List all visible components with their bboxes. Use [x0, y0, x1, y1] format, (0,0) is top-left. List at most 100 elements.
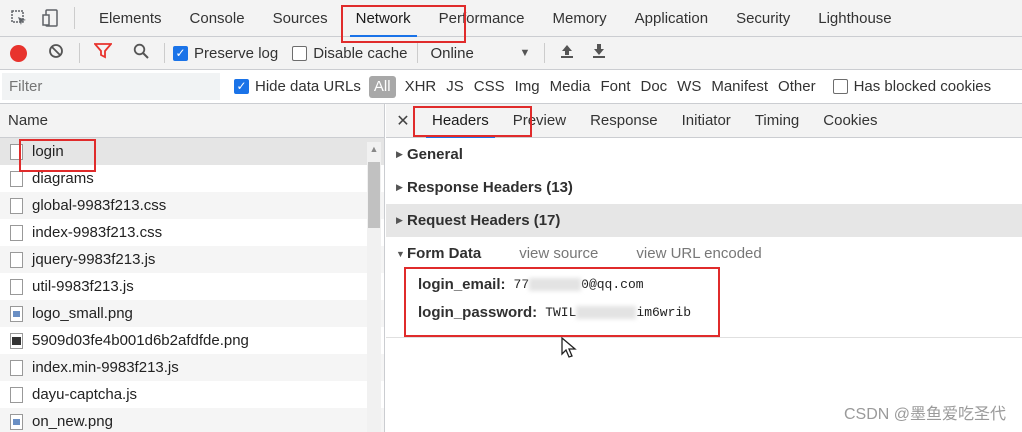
request-name: 5909d03fe4b001d6b2afdfde.png — [32, 332, 249, 349]
request-name: util-9983f213.js — [32, 278, 134, 295]
search-icon[interactable] — [132, 43, 150, 64]
request-row[interactable]: on_new.png — [0, 408, 384, 432]
form-data-row: login_email: 77 0@qq.com — [418, 270, 1022, 298]
request-headers-section-header[interactable]: ▶ Request Headers (17) — [386, 204, 1022, 237]
request-row[interactable]: jquery-9983f213.js — [0, 246, 384, 273]
request-row[interactable]: global-9983f213.css — [0, 192, 384, 219]
collapse-triangle-icon: ▼ — [396, 248, 405, 259]
tab-timing[interactable]: Timing — [743, 104, 811, 138]
form-data-list: login_email: 77 0@qq.com login_password: … — [386, 270, 1022, 326]
request-name: dayu-captcha.js — [32, 386, 138, 403]
tab-bar-divider — [74, 7, 75, 29]
name-column-header[interactable]: Name — [0, 104, 384, 138]
has-blocked-cookies-label: Has blocked cookies — [853, 78, 992, 95]
request-row[interactable]: 5909d03fe4b001d6b2afdfde.png — [0, 327, 384, 354]
type-filter-xhr[interactable]: XHR — [400, 76, 442, 98]
tab-application[interactable]: Application — [621, 0, 722, 37]
scroll-up-icon[interactable]: ▲ — [367, 142, 381, 156]
clear-icon[interactable] — [47, 43, 65, 64]
tab-security[interactable]: Security — [722, 0, 804, 37]
export-har-icon[interactable] — [591, 43, 607, 64]
document-icon — [10, 170, 23, 187]
request-row[interactable]: diagrams — [0, 165, 384, 192]
document-icon — [10, 251, 23, 268]
type-filter-all[interactable]: All — [368, 75, 396, 98]
request-list-scrollbar[interactable]: ▲ — [367, 142, 381, 432]
form-data-value: TWIL im6wrib — [545, 305, 691, 320]
request-name: logo_small.png — [32, 305, 133, 322]
record-button[interactable] — [10, 44, 27, 62]
value-prefix: TWIL — [545, 304, 577, 320]
preserve-log-checkbox[interactable]: ✓ — [173, 45, 188, 61]
type-filter-doc[interactable]: Doc — [635, 76, 672, 98]
has-blocked-cookies-checkbox[interactable] — [832, 79, 848, 94]
expand-triangle-icon: ▶ — [396, 215, 403, 225]
image-icon — [10, 332, 23, 349]
document-icon — [10, 278, 23, 295]
request-row[interactable]: logo_small.png — [0, 300, 384, 327]
request-name: index-9983f213.css — [32, 224, 163, 241]
document-icon — [10, 197, 23, 214]
tab-memory[interactable]: Memory — [539, 0, 621, 37]
toolbar-divider — [164, 43, 165, 63]
request-row[interactable]: login — [0, 138, 384, 165]
throttling-value: Online — [430, 44, 474, 62]
general-section-title: General — [407, 146, 463, 163]
filter-input[interactable] — [2, 73, 220, 100]
request-row[interactable]: dayu-captcha.js — [0, 381, 384, 408]
redacted-blur — [529, 277, 582, 291]
type-filter-css[interactable]: CSS — [469, 76, 510, 98]
disable-cache-checkbox[interactable] — [292, 45, 308, 61]
type-filter-other[interactable]: Other — [773, 76, 821, 98]
type-filter-img[interactable]: Img — [510, 76, 545, 98]
tab-performance[interactable]: Performance — [425, 0, 539, 37]
response-headers-section-header[interactable]: ▶ Response Headers (13) — [386, 171, 1022, 204]
form-data-title: Form Data — [407, 245, 482, 262]
image-icon — [10, 305, 23, 322]
type-filter-ws[interactable]: WS — [672, 76, 706, 98]
inspect-element-icon[interactable] — [6, 5, 32, 31]
pane-divider — [386, 337, 1022, 338]
type-filter-media[interactable]: Media — [545, 76, 596, 98]
view-url-encoded-link[interactable]: view URL encoded — [636, 245, 761, 262]
request-row[interactable]: index.min-9983f213.js — [0, 354, 384, 381]
tab-lighthouse[interactable]: Lighthouse — [804, 0, 905, 37]
general-section-header[interactable]: ▶ General — [386, 138, 1022, 171]
tab-headers[interactable]: Headers — [420, 104, 501, 138]
request-name: on_new.png — [32, 413, 113, 430]
view-source-link[interactable]: view source — [519, 245, 598, 262]
hide-data-urls-checkbox[interactable]: ✓ — [234, 79, 249, 94]
tab-response[interactable]: Response — [578, 104, 670, 138]
tab-preview[interactable]: Preview — [501, 104, 578, 138]
type-filter-js[interactable]: JS — [441, 76, 469, 98]
request-row[interactable]: index-9983f213.css — [0, 219, 384, 246]
redacted-blur — [576, 305, 637, 319]
tab-elements[interactable]: Elements — [85, 0, 176, 37]
form-data-section-header[interactable]: ▼ Form Data view source view URL encoded — [386, 237, 1022, 270]
value-suffix: im6wrib — [636, 304, 692, 320]
tab-sources[interactable]: Sources — [259, 0, 342, 37]
detail-tab-bar: ✕ Headers Preview Response Initiator Tim… — [386, 104, 1022, 138]
expand-triangle-icon: ▶ — [396, 182, 403, 192]
form-data-key: login_password: — [418, 303, 538, 321]
close-icon[interactable]: ✕ — [386, 111, 420, 131]
tab-initiator[interactable]: Initiator — [670, 104, 743, 138]
scrollbar-thumb[interactable] — [368, 162, 380, 228]
throttling-select[interactable]: Online ▼ — [430, 45, 530, 62]
value-prefix: 77 — [513, 276, 530, 292]
response-headers-title: Response Headers (13) — [407, 179, 573, 196]
request-list: Name login diagrams global-9983f213.css … — [0, 104, 385, 432]
tab-cookies[interactable]: Cookies — [811, 104, 889, 138]
request-row[interactable]: util-9983f213.js — [0, 273, 384, 300]
document-icon — [10, 359, 23, 376]
image-icon — [10, 413, 23, 430]
device-toolbar-icon[interactable] — [38, 5, 64, 31]
type-filter-font[interactable]: Font — [595, 76, 635, 98]
request-name: jquery-9983f213.js — [32, 251, 156, 268]
import-har-icon[interactable] — [559, 43, 575, 64]
tab-console[interactable]: Console — [176, 0, 259, 37]
tab-network[interactable]: Network — [342, 0, 425, 37]
filter-icon[interactable] — [93, 42, 113, 64]
filter-bar: ✓ Hide data URLs All XHR JS CSS Img Medi… — [0, 70, 1022, 104]
type-filter-manifest[interactable]: Manifest — [706, 76, 773, 98]
